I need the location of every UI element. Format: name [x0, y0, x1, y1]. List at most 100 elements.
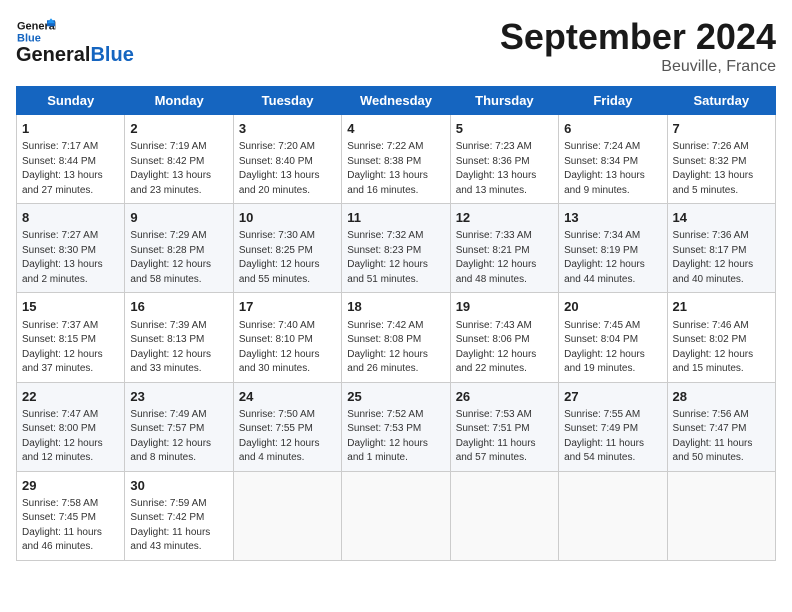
calendar-header: SundayMondayTuesdayWednesdayThursdayFrid…: [17, 87, 776, 115]
calendar-cell: [233, 471, 341, 560]
day-number: 24: [239, 388, 336, 406]
calendar-cell: 4 Sunrise: 7:22 AM Sunset: 8:38 PM Daylig…: [342, 115, 450, 204]
day-info: Sunrise: 7:17 AM Sunset: 8:44 PM Dayligh…: [22, 140, 119, 198]
day-number: 26: [456, 388, 553, 406]
day-info: Sunrise: 7:47 AM Sunset: 8:00 PM Dayligh…: [22, 408, 119, 466]
day-info: Sunrise: 7:56 AM Sunset: 7:47 PM Dayligh…: [673, 408, 770, 466]
day-number: 11: [347, 209, 444, 227]
logo-general: General: [16, 44, 90, 67]
calendar-week-5: 29Sunrise: 7:58 AM Sunset: 7:45 PM Dayli…: [17, 471, 776, 560]
day-number: 14: [673, 209, 770, 227]
day-number: 25: [347, 388, 444, 406]
calendar-cell: 19 Sunrise: 7:43 AM Sunset: 8:06 PM Dayli…: [450, 293, 558, 382]
month-title: September 2024: [500, 16, 776, 58]
calendar-cell: 2 Sunrise: 7:19 AM Sunset: 8:42 PM Daylig…: [125, 115, 233, 204]
day-number: 5: [456, 120, 553, 138]
day-number: 21: [673, 298, 770, 316]
day-number: 1: [22, 120, 119, 138]
day-info: Sunrise: 7:32 AM Sunset: 8:23 PM Dayligh…: [347, 229, 444, 287]
day-info: Sunrise: 7:26 AM Sunset: 8:32 PM Dayligh…: [673, 140, 770, 198]
calendar-cell: 27Sunrise: 7:55 AM Sunset: 7:49 PM Dayli…: [559, 382, 667, 471]
day-info: Sunrise: 7:50 AM Sunset: 7:55 PM Dayligh…: [239, 408, 336, 466]
title-block: September 2024 Beuville, France: [500, 16, 776, 76]
calendar-cell: 11 Sunrise: 7:32 AM Sunset: 8:23 PM Dayli…: [342, 204, 450, 293]
calendar-cell: 29Sunrise: 7:58 AM Sunset: 7:45 PM Dayli…: [17, 471, 125, 560]
calendar-cell: [450, 471, 558, 560]
day-info: Sunrise: 7:46 AM Sunset: 8:02 PM Dayligh…: [673, 319, 770, 377]
day-number: 12: [456, 209, 553, 227]
weekday-header-tuesday: Tuesday: [233, 87, 341, 115]
day-info: Sunrise: 7:42 AM Sunset: 8:08 PM Dayligh…: [347, 319, 444, 377]
calendar-week-1: 1 Sunrise: 7:17 AM Sunset: 8:44 PM Daylig…: [17, 115, 776, 204]
day-number: 19: [456, 298, 553, 316]
day-info: Sunrise: 7:40 AM Sunset: 8:10 PM Dayligh…: [239, 319, 336, 377]
calendar-cell: 20 Sunrise: 7:45 AM Sunset: 8:04 PM Dayli…: [559, 293, 667, 382]
calendar-cell: 24 Sunrise: 7:50 AM Sunset: 7:55 PM Dayli…: [233, 382, 341, 471]
calendar-cell: 18 Sunrise: 7:42 AM Sunset: 8:08 PM Dayli…: [342, 293, 450, 382]
calendar-cell: [342, 471, 450, 560]
day-info: Sunrise: 7:49 AM Sunset: 7:57 PM Dayligh…: [130, 408, 227, 466]
calendar-cell: 12 Sunrise: 7:33 AM Sunset: 8:21 PM Dayli…: [450, 204, 558, 293]
day-info: Sunrise: 7:37 AM Sunset: 8:15 PM Dayligh…: [22, 319, 119, 377]
calendar-cell: 9Sunrise: 7:29 AM Sunset: 8:28 PM Daylig…: [125, 204, 233, 293]
location: Beuville, France: [500, 58, 776, 76]
day-info: Sunrise: 7:24 AM Sunset: 8:34 PM Dayligh…: [564, 140, 661, 198]
day-number: 15: [22, 298, 119, 316]
calendar-cell: 1 Sunrise: 7:17 AM Sunset: 8:44 PM Daylig…: [17, 115, 125, 204]
calendar-cell: 21 Sunrise: 7:46 AM Sunset: 8:02 PM Dayli…: [667, 293, 775, 382]
calendar-cell: 7 Sunrise: 7:26 AM Sunset: 8:32 PM Daylig…: [667, 115, 775, 204]
day-number: 16: [130, 298, 227, 316]
day-number: 2: [130, 120, 227, 138]
logo: General Blue General Blue: [16, 16, 134, 67]
day-number: 18: [347, 298, 444, 316]
calendar-cell: 15 Sunrise: 7:37 AM Sunset: 8:15 PM Dayli…: [17, 293, 125, 382]
day-info: Sunrise: 7:20 AM Sunset: 8:40 PM Dayligh…: [239, 140, 336, 198]
weekday-header-sunday: Sunday: [17, 87, 125, 115]
calendar-cell: 25 Sunrise: 7:52 AM Sunset: 7:53 PM Dayli…: [342, 382, 450, 471]
day-number: 8: [22, 209, 119, 227]
weekday-header-monday: Monday: [125, 87, 233, 115]
calendar-cell: 13Sunrise: 7:34 AM Sunset: 8:19 PM Dayli…: [559, 204, 667, 293]
calendar-cell: 5 Sunrise: 7:23 AM Sunset: 8:36 PM Daylig…: [450, 115, 558, 204]
day-number: 20: [564, 298, 661, 316]
day-info: Sunrise: 7:45 AM Sunset: 8:04 PM Dayligh…: [564, 319, 661, 377]
day-info: Sunrise: 7:36 AM Sunset: 8:17 PM Dayligh…: [673, 229, 770, 287]
logo-blue: Blue: [90, 44, 133, 67]
day-info: Sunrise: 7:27 AM Sunset: 8:30 PM Dayligh…: [22, 229, 119, 287]
calendar-cell: 23 Sunrise: 7:49 AM Sunset: 7:57 PM Dayli…: [125, 382, 233, 471]
calendar-cell: 6Sunrise: 7:24 AM Sunset: 8:34 PM Daylig…: [559, 115, 667, 204]
day-number: 7: [673, 120, 770, 138]
day-number: 23: [130, 388, 227, 406]
day-number: 4: [347, 120, 444, 138]
calendar-week-4: 22Sunrise: 7:47 AM Sunset: 8:00 PM Dayli…: [17, 382, 776, 471]
calendar-table: SundayMondayTuesdayWednesdayThursdayFrid…: [16, 86, 776, 561]
weekday-header-friday: Friday: [559, 87, 667, 115]
calendar-cell: 28 Sunrise: 7:56 AM Sunset: 7:47 PM Dayli…: [667, 382, 775, 471]
day-info: Sunrise: 7:43 AM Sunset: 8:06 PM Dayligh…: [456, 319, 553, 377]
day-number: 29: [22, 477, 119, 495]
day-info: Sunrise: 7:59 AM Sunset: 7:42 PM Dayligh…: [130, 497, 227, 555]
logo-icon: General Blue: [16, 16, 56, 44]
day-info: Sunrise: 7:23 AM Sunset: 8:36 PM Dayligh…: [456, 140, 553, 198]
calendar-week-3: 15 Sunrise: 7:37 AM Sunset: 8:15 PM Dayli…: [17, 293, 776, 382]
calendar-week-2: 8 Sunrise: 7:27 AM Sunset: 8:30 PM Daylig…: [17, 204, 776, 293]
calendar-cell: 17Sunrise: 7:40 AM Sunset: 8:10 PM Dayli…: [233, 293, 341, 382]
day-info: Sunrise: 7:52 AM Sunset: 7:53 PM Dayligh…: [347, 408, 444, 466]
calendar-cell: 10Sunrise: 7:30 AM Sunset: 8:25 PM Dayli…: [233, 204, 341, 293]
day-info: Sunrise: 7:22 AM Sunset: 8:38 PM Dayligh…: [347, 140, 444, 198]
weekday-header-thursday: Thursday: [450, 87, 558, 115]
day-info: Sunrise: 7:39 AM Sunset: 8:13 PM Dayligh…: [130, 319, 227, 377]
day-info: Sunrise: 7:19 AM Sunset: 8:42 PM Dayligh…: [130, 140, 227, 198]
svg-text:Blue: Blue: [17, 32, 41, 44]
day-info: Sunrise: 7:29 AM Sunset: 8:28 PM Dayligh…: [130, 229, 227, 287]
day-number: 13: [564, 209, 661, 227]
day-number: 28: [673, 388, 770, 406]
day-number: 30: [130, 477, 227, 495]
day-info: Sunrise: 7:53 AM Sunset: 7:51 PM Dayligh…: [456, 408, 553, 466]
day-number: 3: [239, 120, 336, 138]
calendar-cell: 14 Sunrise: 7:36 AM Sunset: 8:17 PM Dayli…: [667, 204, 775, 293]
weekday-header-saturday: Saturday: [667, 87, 775, 115]
day-info: Sunrise: 7:55 AM Sunset: 7:49 PM Dayligh…: [564, 408, 661, 466]
day-info: Sunrise: 7:33 AM Sunset: 8:21 PM Dayligh…: [456, 229, 553, 287]
calendar-cell: 30 Sunrise: 7:59 AM Sunset: 7:42 PM Dayli…: [125, 471, 233, 560]
